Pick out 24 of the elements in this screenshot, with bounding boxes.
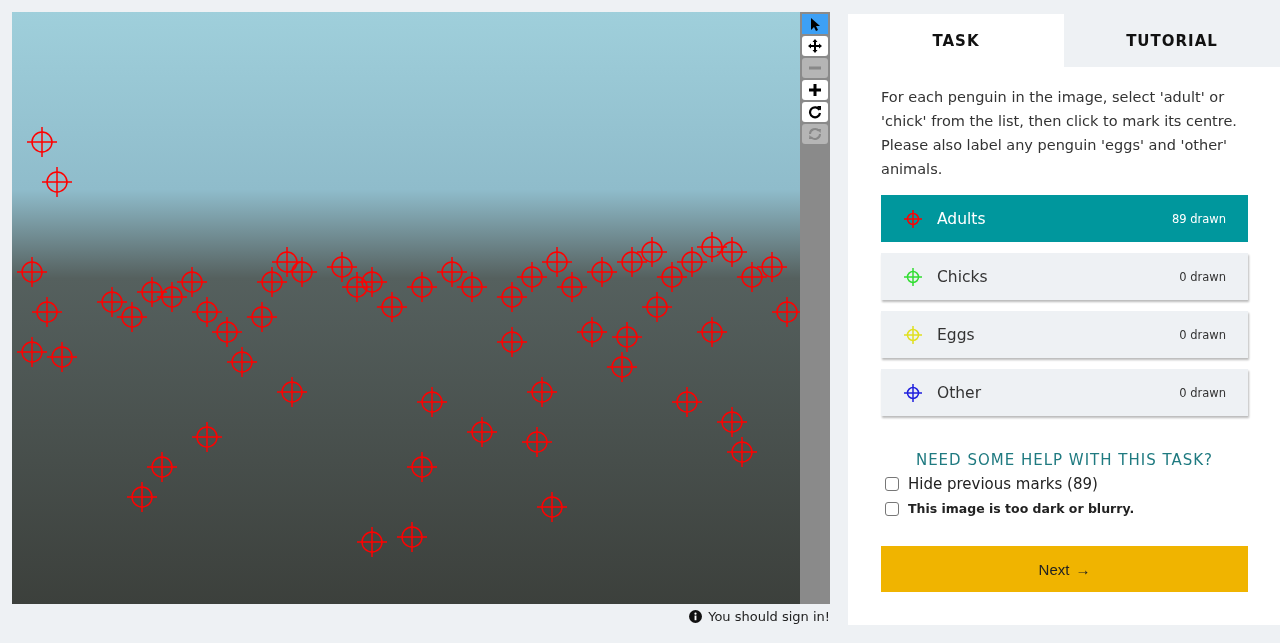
refresh-icon — [808, 127, 822, 141]
tool-button[interactable] — [802, 80, 828, 100]
tool-button[interactable] — [802, 36, 828, 56]
pointer-icon — [808, 17, 822, 31]
checkbox[interactable] — [885, 477, 899, 491]
tab[interactable]: TUTORIAL — [1064, 14, 1280, 67]
photo-placeholder[interactable] — [12, 12, 800, 604]
answer-option[interactable]: Other 0 drawn — [881, 369, 1248, 416]
answer-option[interactable]: Chicks 0 drawn — [881, 253, 1248, 300]
move-icon — [808, 39, 822, 53]
checkbox-label: This image is too dark or blurry. — [908, 501, 1135, 516]
answer-option[interactable]: Eggs 0 drawn — [881, 311, 1248, 358]
next-button[interactable]: Next → — [881, 546, 1248, 592]
info-icon — [689, 610, 703, 623]
plus-icon — [808, 83, 822, 97]
rotate-icon — [808, 105, 822, 119]
answer-option[interactable]: Adults 89 drawn — [881, 195, 1248, 242]
checkbox[interactable] — [885, 501, 899, 516]
sign-in-notice: You should sign in! — [708, 609, 830, 624]
instructions: For each penguin in the image, select 'adult' or 'chick' from the list, then click to mark its centre. Please also label any penguin 'eggs' and 'other' animals. — [881, 88, 1238, 179]
help-link[interactable]: NEED SOME HELP WITH THIS TASK? — [881, 451, 1248, 469]
tool-button[interactable] — [802, 102, 828, 122]
checkbox-label: Hide previous marks (89) — [908, 475, 1098, 493]
tool-button[interactable] — [802, 14, 828, 34]
